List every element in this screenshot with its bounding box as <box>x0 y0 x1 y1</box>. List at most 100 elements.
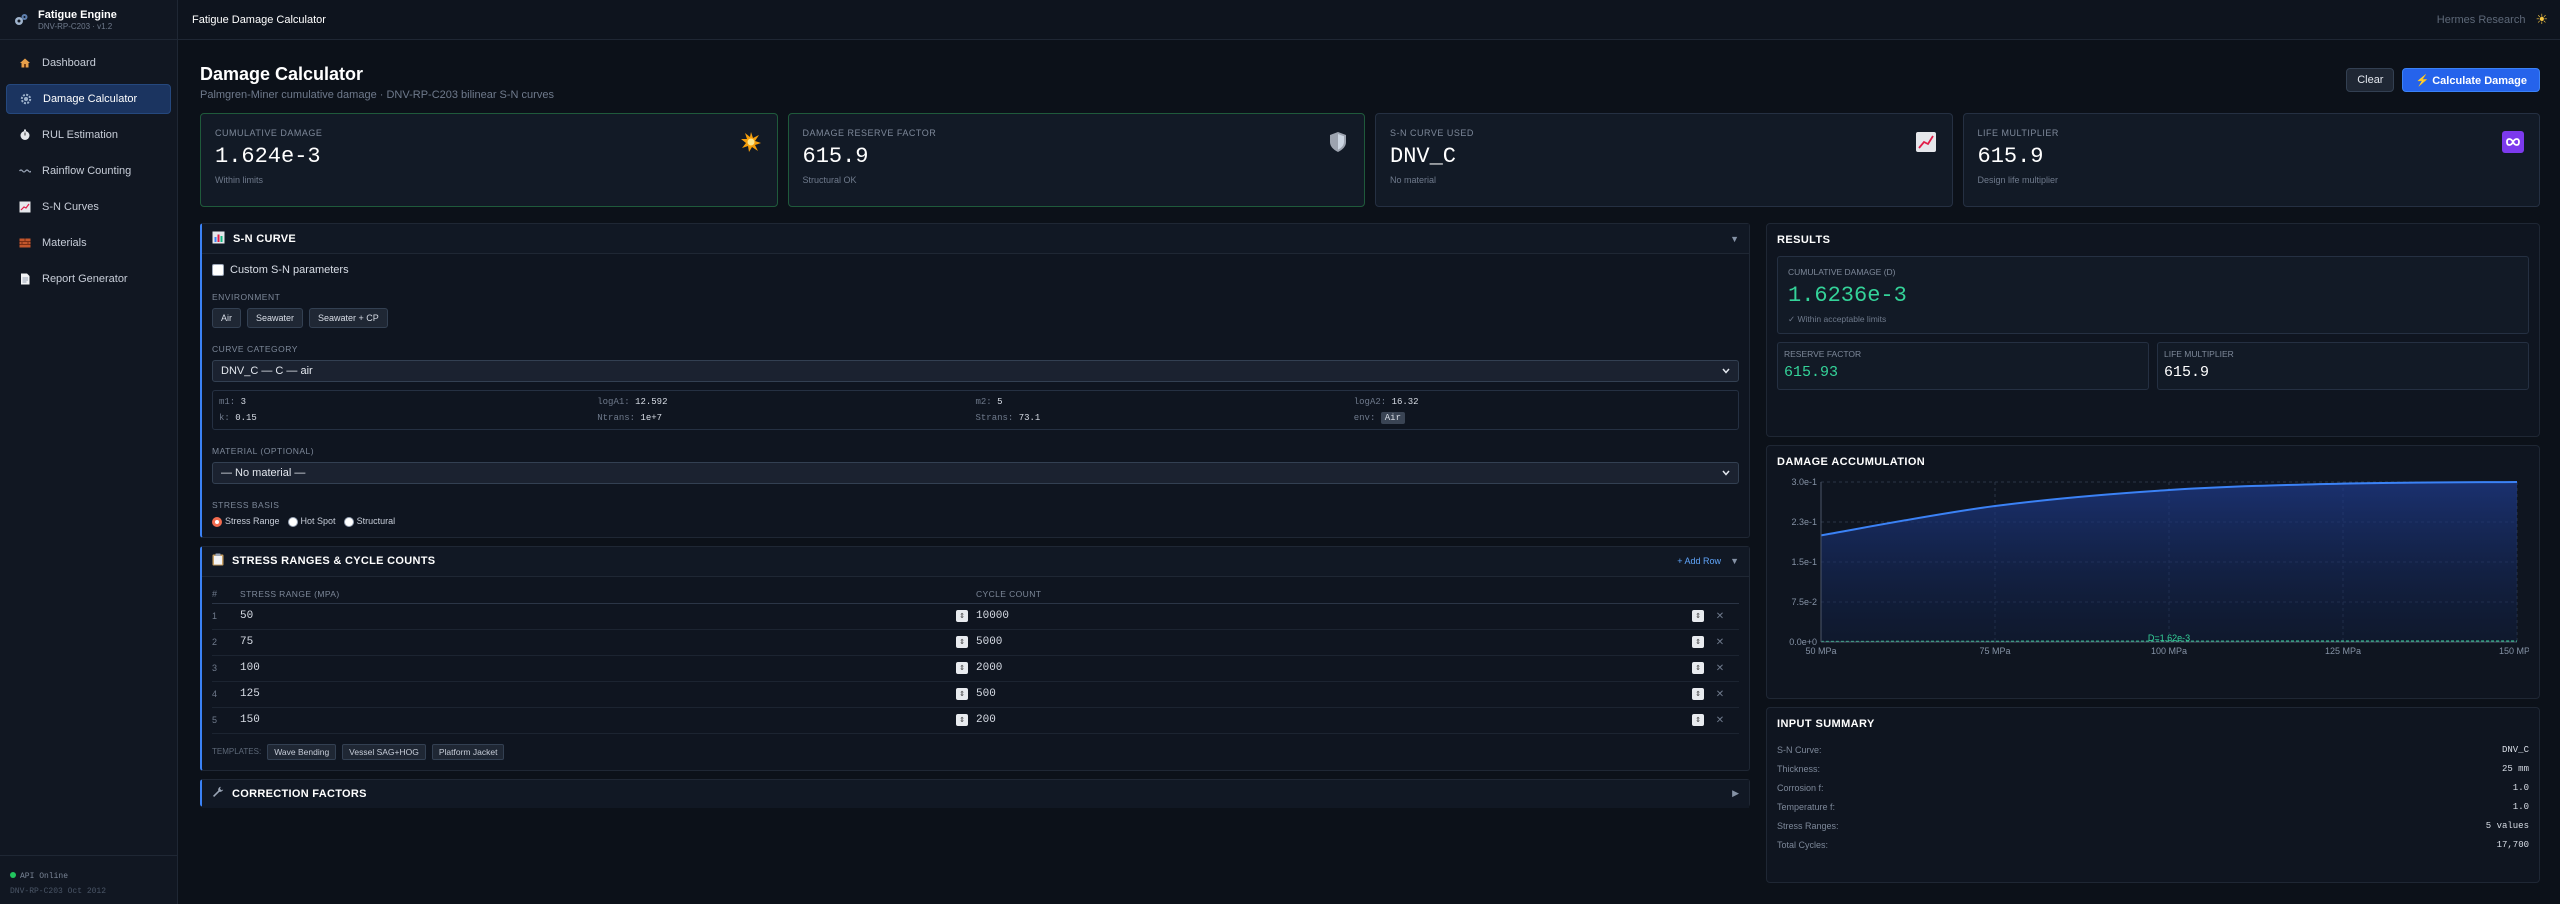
radio-stress-range[interactable]: Stress Range <box>212 516 280 527</box>
y-tick-label: 3.0e-1 <box>1791 477 1817 487</box>
cycle-count-input[interactable]: 2000 ⇕ <box>976 662 1712 675</box>
spinner-icon[interactable]: ⇕ <box>1692 610 1704 623</box>
clear-button[interactable]: Clear <box>2346 68 2395 92</box>
kpi-value: DNV_C <box>1390 144 1457 169</box>
summary-value: 25 mm <box>2501 763 2529 774</box>
delete-row-icon[interactable]: ✕ <box>1712 689 1728 700</box>
x-tick-label: 150 MPa <box>2499 646 2529 656</box>
param-key: Ntrans: <box>597 413 636 423</box>
kpi-card-sn-curve-used: S-N CURVE USED DNV_C No material <box>1375 113 1953 207</box>
chevron-down-icon <box>1722 467 1730 479</box>
wave-icon <box>18 164 32 178</box>
spinner-icon[interactable]: ⇕ <box>956 688 968 701</box>
kpi-note: Within limits <box>215 175 264 185</box>
brand[interactable]: Fatigue Engine DNV-RP-C203 · v1.2 <box>0 0 177 40</box>
calculate-damage-button[interactable]: ⚡ Calculate Damage <box>2402 68 2540 92</box>
radio-label: Stress Range <box>225 516 280 526</box>
material-select[interactable]: — No material — <box>212 462 1739 484</box>
cycle-count-input[interactable]: 5000 ⇕ <box>976 636 1712 649</box>
spinner-icon[interactable]: ⇕ <box>956 610 968 623</box>
theme-toggle-sun-icon[interactable]: ☀ <box>2535 11 2548 28</box>
material-label: MATERIAL (OPTIONAL) <box>212 446 315 456</box>
template-platform-jacket[interactable]: Platform Jacket <box>431 743 505 760</box>
param-value: 16.32 <box>1391 397 1419 407</box>
param-strans: Strans: 73.1 <box>976 413 1354 423</box>
cycle-count-input[interactable]: 10000 ⇕ <box>976 610 1712 623</box>
radio-hot-spot[interactable]: Hot Spot <box>287 516 336 527</box>
correction-factors-header[interactable]: CORRECTION FACTORS ▶ <box>202 779 1749 808</box>
delete-row-icon[interactable]: ✕ <box>1712 611 1728 622</box>
custom-sn-toggle[interactable]: Custom S-N parameters <box>212 264 1739 276</box>
wrench-icon <box>212 786 224 801</box>
sidebar: Fatigue Engine DNV-RP-C203 · v1.2 Dashbo… <box>0 0 178 904</box>
sidebar-item-report-generator[interactable]: Report Generator <box>6 264 171 294</box>
collapse-caret-icon[interactable]: ▼ <box>1730 234 1739 244</box>
radio-button[interactable] <box>343 516 354 527</box>
param-value: 3 <box>240 397 247 407</box>
infinity-icon <box>2501 130 2525 154</box>
summary-value: 1.0 <box>2512 801 2529 812</box>
env-option-air[interactable]: Air <box>212 308 241 328</box>
cycle-count-value: 200 <box>976 714 996 727</box>
stress-range-input[interactable]: 100 ⇕ <box>240 662 976 675</box>
row-index: 4 <box>212 689 218 700</box>
stress-range-input[interactable]: 50 ⇕ <box>240 610 976 623</box>
custom-sn-checkbox[interactable] <box>212 264 224 276</box>
delete-row-icon[interactable]: ✕ <box>1712 663 1728 674</box>
param-key: env: <box>1353 413 1376 423</box>
stress-range-input[interactable]: 125 ⇕ <box>240 688 976 701</box>
template-vessel-sag-hog[interactable]: Vessel SAG+HOG <box>342 743 426 760</box>
delete-row-icon[interactable]: ✕ <box>1712 715 1728 726</box>
row-index: 1 <box>212 611 218 622</box>
stress-range-input[interactable]: 150 ⇕ <box>240 714 976 727</box>
cycle-count-value: 2000 <box>976 662 1003 675</box>
expand-caret-icon[interactable]: ▶ <box>1732 788 1739 799</box>
summary-row: Thickness: 25 mm <box>1777 759 2529 778</box>
spinner-icon[interactable]: ⇕ <box>1692 714 1704 727</box>
sidebar-item-dashboard[interactable]: Dashboard <box>6 48 171 78</box>
stress-ranges-panel-header[interactable]: STRESS RANGES & CYCLE COUNTS + Add Row ▼ <box>202 546 1749 577</box>
stress-range-input[interactable]: 75 ⇕ <box>240 636 976 649</box>
sidebar-item-sn-curves[interactable]: S-N Curves <box>6 192 171 222</box>
kpi-card-life-multiplier: LIFE MULTIPLIER 615.9 Design life multip… <box>1962 113 2540 207</box>
templates-label: TEMPLATES: <box>212 747 262 757</box>
spinner-icon[interactable]: ⇕ <box>1692 688 1704 701</box>
env-tag: Air <box>1380 412 1405 424</box>
sn-curve-panel-header[interactable]: S-N CURVE ▼ <box>202 224 1749 254</box>
cycle-count-input[interactable]: 500 ⇕ <box>976 688 1712 701</box>
sidebar-item-damage-calculator[interactable]: Damage Calculator <box>6 84 171 114</box>
sidebar-item-rainflow-counting[interactable]: Rainflow Counting <box>6 156 171 186</box>
spinner-icon[interactable]: ⇕ <box>1692 636 1704 649</box>
radio-button[interactable] <box>212 516 222 527</box>
cycle-count-input[interactable]: 200 ⇕ <box>976 714 1712 727</box>
env-option-seawater[interactable]: Seawater <box>247 308 304 328</box>
shield-icon <box>1326 130 1350 154</box>
delete-row-icon[interactable]: ✕ <box>1712 637 1728 648</box>
spinner-icon[interactable]: ⇕ <box>956 636 968 649</box>
sidebar-item-rul-estimation[interactable]: RUL Estimation <box>6 120 171 150</box>
input-summary-title: INPUT SUMMARY <box>1777 718 1875 730</box>
curve-category-value: DNV_C — C — air <box>221 365 313 377</box>
table-row: 1 50 ⇕ 10000 ⇕ ✕ <box>212 604 1739 630</box>
env-option-seawater-cp[interactable]: Seawater + CP <box>309 308 388 328</box>
sidebar-item-label: RUL Estimation <box>42 129 119 141</box>
curve-category-select[interactable]: DNV_C — C — air <box>212 360 1739 382</box>
add-row-button[interactable]: + Add Row <box>1677 556 1721 566</box>
kpi-value: 615.9 <box>802 144 869 169</box>
kpi-cards: CUMULATIVE DAMAGE 1.624e-3 Within limits… <box>200 113 2540 207</box>
stopwatch-icon <box>18 128 32 142</box>
panel-title: S-N CURVE <box>233 232 297 245</box>
input-summary-panel: INPUT SUMMARY S-N Curve: DNV_C Thickness: 2… <box>1766 707 2540 883</box>
radio-button[interactable] <box>287 516 298 527</box>
template-wave-bending[interactable]: Wave Bending <box>267 743 337 760</box>
sidebar-item-materials[interactable]: Materials <box>6 228 171 258</box>
spinner-icon[interactable]: ⇕ <box>956 714 968 727</box>
collapse-caret-icon[interactable]: ▼ <box>1730 556 1739 566</box>
spinner-icon[interactable]: ⇕ <box>956 662 968 675</box>
stress-range-value: 50 <box>240 610 254 623</box>
spinner-icon[interactable]: ⇕ <box>1692 662 1704 675</box>
page-title: Damage Calculator <box>200 64 364 84</box>
sidebar-item-label: S-N Curves <box>42 201 99 213</box>
sidebar-item-label: Damage Calculator <box>43 93 138 105</box>
radio-structural[interactable]: Structural <box>343 516 395 527</box>
